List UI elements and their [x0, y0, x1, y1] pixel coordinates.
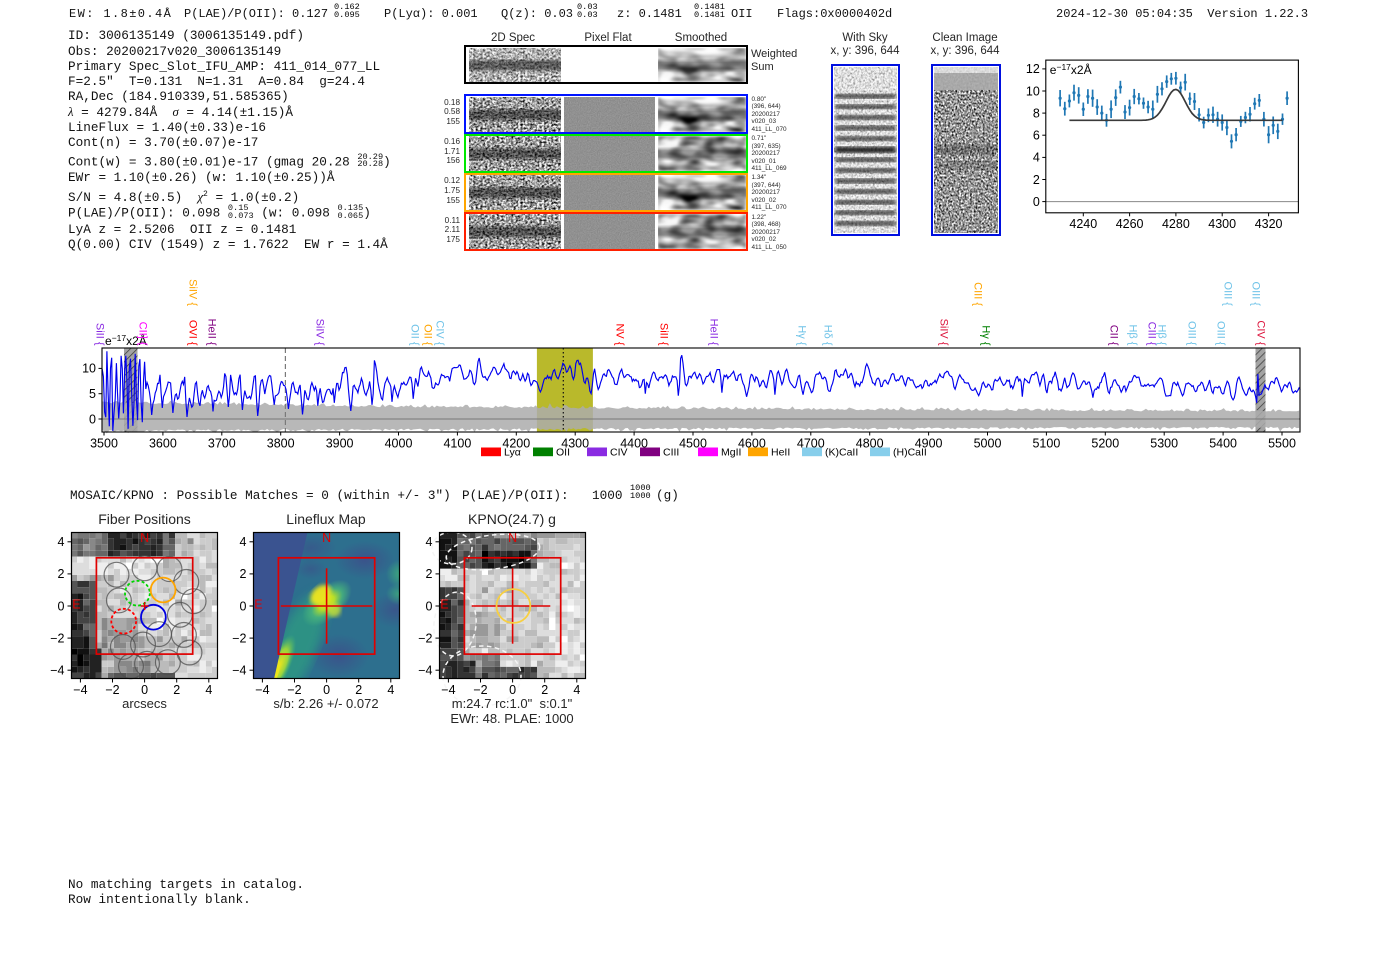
svg-text:OIII {: OIII {	[1250, 282, 1262, 307]
svg-text:Lyα: Lyα	[504, 447, 521, 459]
svg-text:4: 4	[425, 535, 432, 549]
svg-text:CII {: CII {	[1108, 325, 1120, 346]
svg-text:2: 2	[173, 683, 180, 697]
svg-text:CII] {: CII] {	[137, 322, 149, 346]
svg-text:−4: −4	[50, 663, 64, 677]
svg-text:4: 4	[573, 683, 580, 697]
svg-text:SiII {: SiII {	[94, 323, 106, 346]
svg-text:OII: OII	[556, 447, 570, 459]
svg-text:OIII {: OIII {	[1215, 321, 1227, 346]
svg-text:5: 5	[89, 387, 96, 401]
svg-text:0: 0	[323, 683, 330, 697]
svg-text:CIII: CIII	[663, 447, 679, 459]
svg-text:8: 8	[1033, 106, 1040, 120]
svg-text:E: E	[440, 597, 448, 611]
svg-text:OVI {: OVI {	[187, 320, 199, 346]
svg-text:SiII {: SiII {	[658, 323, 670, 346]
svg-text:4: 4	[58, 535, 65, 549]
svg-text:OIII {: OIII {	[1222, 282, 1234, 307]
svg-text:OIII {: OIII {	[1186, 321, 1198, 346]
svg-text:4: 4	[1033, 151, 1040, 165]
svg-text:Hγ {: Hγ {	[980, 325, 992, 346]
svg-text:MgII: MgII	[721, 447, 741, 459]
svg-text:2: 2	[58, 567, 65, 581]
svg-text:E: E	[254, 597, 262, 611]
svg-text:5200: 5200	[1091, 437, 1119, 451]
svg-text:4000: 4000	[385, 437, 413, 451]
svg-text:2: 2	[239, 567, 246, 581]
svg-text:e−17x2Å: e−17x2Å	[1050, 62, 1092, 77]
svg-text:−4: −4	[232, 663, 246, 677]
svg-text:Hγ {: Hγ {	[796, 325, 808, 346]
svg-text:4100: 4100	[443, 437, 471, 451]
svg-text:NV {: NV {	[614, 323, 626, 345]
svg-text:−4: −4	[255, 683, 269, 697]
svg-text:Hδ {: Hδ {	[822, 325, 834, 346]
svg-text:3700: 3700	[208, 437, 236, 451]
svg-text:4260: 4260	[1116, 217, 1144, 231]
svg-text:CIII {: CIII {	[972, 282, 984, 306]
svg-text:HeII {: HeII {	[708, 319, 720, 346]
svg-text:(H)CaII: (H)CaII	[893, 447, 927, 459]
svg-text:(K)CaII: (K)CaII	[825, 447, 858, 459]
svg-text:4: 4	[387, 683, 394, 697]
svg-text:CIV: CIV	[610, 447, 628, 459]
svg-text:SiIV {: SiIV {	[938, 319, 950, 346]
svg-text:CIV {: CIV {	[434, 320, 446, 345]
svg-text:4240: 4240	[1069, 217, 1097, 231]
svg-text:4: 4	[205, 683, 212, 697]
svg-text:Hβ {: Hβ {	[1127, 324, 1139, 345]
svg-text:5500: 5500	[1268, 437, 1296, 451]
svg-text:0: 0	[89, 412, 96, 426]
svg-text:−4: −4	[73, 683, 87, 697]
svg-text:2: 2	[541, 683, 548, 697]
svg-text:−2: −2	[50, 631, 64, 645]
svg-text:3500: 3500	[90, 437, 118, 451]
svg-text:HeII {: HeII {	[206, 319, 218, 346]
svg-text:2: 2	[355, 683, 362, 697]
svg-text:0: 0	[58, 599, 65, 613]
svg-text:−2: −2	[105, 683, 119, 697]
svg-text:OII {: OII {	[409, 324, 421, 346]
svg-text:4300: 4300	[1208, 217, 1236, 231]
svg-text:SiIV {: SiIV {	[187, 279, 199, 306]
svg-text:5400: 5400	[1209, 437, 1237, 451]
svg-text:3600: 3600	[149, 437, 177, 451]
svg-text:HeII: HeII	[771, 447, 790, 459]
svg-text:5000: 5000	[974, 437, 1002, 451]
svg-text:OII {: OII {	[422, 324, 434, 346]
svg-text:0: 0	[141, 683, 148, 697]
svg-text:SiIV {: SiIV {	[314, 319, 326, 346]
svg-text:E: E	[72, 597, 80, 611]
svg-text:−2: −2	[418, 631, 432, 645]
svg-text:−4: −4	[418, 663, 432, 677]
svg-text:Hβ {: Hβ {	[1156, 324, 1168, 345]
svg-text:CIV {: CIV {	[1255, 320, 1267, 345]
svg-text:2: 2	[1033, 173, 1040, 187]
svg-text:5100: 5100	[1032, 437, 1060, 451]
svg-text:10: 10	[82, 362, 96, 376]
svg-text:6: 6	[1033, 129, 1040, 143]
svg-text:0: 0	[425, 599, 432, 613]
svg-text:0: 0	[509, 683, 516, 697]
svg-text:4: 4	[239, 535, 246, 549]
svg-text:3900: 3900	[326, 437, 354, 451]
svg-text:12: 12	[1026, 62, 1040, 76]
svg-text:10: 10	[1026, 84, 1040, 98]
svg-text:2: 2	[425, 567, 432, 581]
svg-text:−2: −2	[473, 683, 487, 697]
svg-text:0: 0	[1033, 195, 1040, 209]
svg-text:5300: 5300	[1150, 437, 1178, 451]
svg-text:3800: 3800	[267, 437, 295, 451]
svg-text:−4: −4	[441, 683, 455, 697]
svg-text:4320: 4320	[1255, 217, 1283, 231]
svg-text:4280: 4280	[1162, 217, 1190, 231]
svg-text:0: 0	[239, 599, 246, 613]
svg-text:−2: −2	[232, 631, 246, 645]
svg-text:−2: −2	[287, 683, 301, 697]
